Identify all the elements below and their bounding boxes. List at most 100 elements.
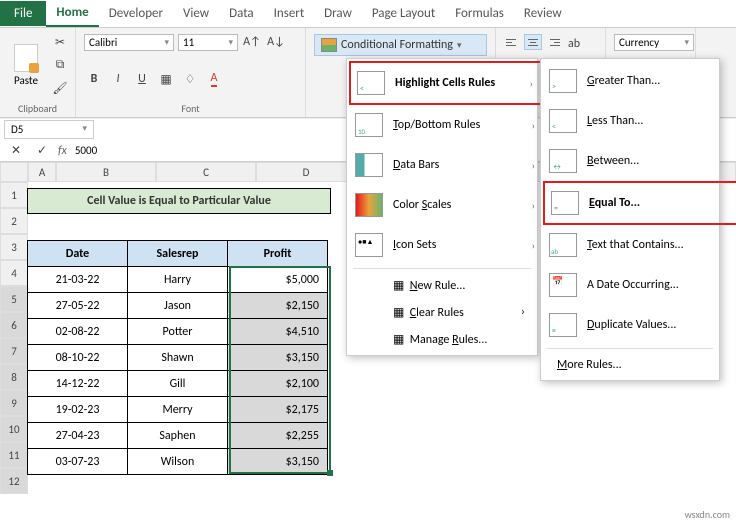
- tab-pagelayout[interactable]: Page Layout: [362, 1, 445, 26]
- row-header[interactable]: 11: [0, 442, 28, 468]
- cell-rep[interactable]: Jason: [128, 293, 228, 319]
- menu-highlight-cells-rules[interactable]: Highlight Cells Rules ›: [349, 61, 549, 105]
- paste-button[interactable]: Paste: [8, 42, 44, 89]
- increase-font-icon[interactable]: A↑: [242, 32, 262, 52]
- menu-top-bottom-rules[interactable]: Top/Bottom Rules ›: [349, 105, 549, 145]
- cell-profit[interactable]: $5,000: [228, 267, 328, 293]
- menu-equal-to[interactable]: Equal To...: [543, 181, 736, 225]
- row-header[interactable]: 10: [0, 416, 28, 442]
- row-header[interactable]: 3: [0, 234, 28, 260]
- file-tab[interactable]: File: [0, 1, 46, 26]
- align-center-button[interactable]: [524, 34, 542, 50]
- tab-draw[interactable]: Draw: [314, 1, 362, 26]
- row-header[interactable]: 2: [0, 208, 28, 234]
- row-header[interactable]: 1: [0, 182, 28, 208]
- menu-more-rules[interactable]: More Rules...: [543, 352, 717, 378]
- align-right-button[interactable]: [544, 34, 562, 50]
- bold-button[interactable]: B: [84, 69, 104, 89]
- cell-date[interactable]: 27-04-23: [28, 423, 128, 449]
- align-left-button[interactable]: [504, 34, 522, 50]
- font-family-select[interactable]: Calibri: [84, 34, 174, 51]
- orientation-button[interactable]: ab: [564, 34, 584, 54]
- title-cell[interactable]: Cell Value is Equal to Particular Value: [27, 188, 331, 214]
- col-header-b[interactable]: B: [56, 162, 156, 182]
- tab-review[interactable]: Review: [514, 1, 572, 26]
- col-header-a[interactable]: A: [28, 162, 56, 182]
- cell-rep[interactable]: Shawn: [128, 345, 228, 371]
- row-header[interactable]: 6: [0, 312, 28, 338]
- icon-sets-icon: [355, 233, 383, 257]
- cell-rep[interactable]: Wilson: [128, 449, 228, 475]
- col-date[interactable]: Date: [28, 241, 128, 267]
- col-profit[interactable]: Profit: [228, 241, 328, 267]
- enter-icon[interactable]: ✓: [32, 141, 52, 161]
- menu-data-bars[interactable]: Data Bars ›: [349, 145, 549, 185]
- tab-data[interactable]: Data: [219, 1, 264, 26]
- conditional-formatting-menu: Highlight Cells Rules › Top/Bottom Rules…: [346, 58, 538, 356]
- menu-clear-rules[interactable]: ▦ Clear Rules›: [349, 299, 535, 326]
- col-salesrep[interactable]: Salesrep: [128, 241, 228, 267]
- decrease-font-icon[interactable]: A↓: [266, 32, 286, 52]
- cell-date[interactable]: 03-07-23: [28, 449, 128, 475]
- cell-date[interactable]: 21-03-22: [28, 267, 128, 293]
- formula-input[interactable]: [73, 142, 209, 159]
- row-header[interactable]: 7: [0, 338, 28, 364]
- cell-date[interactable]: 19-02-23: [28, 397, 128, 423]
- menu-greater-than[interactable]: Greater Than...: [543, 61, 736, 101]
- cell-date[interactable]: 27-05-22: [28, 293, 128, 319]
- menu-color-scales[interactable]: Color Scales ›: [349, 185, 549, 225]
- borders-button[interactable]: ▦: [156, 69, 176, 89]
- menu-text-contains[interactable]: Text that Contains...: [543, 225, 736, 265]
- cell-date[interactable]: 14-12-22: [28, 371, 128, 397]
- cell-date[interactable]: 08-10-22: [28, 345, 128, 371]
- menu-between[interactable]: Between...: [543, 141, 736, 181]
- number-format-select[interactable]: Currency: [614, 34, 694, 51]
- less-than-icon: [549, 109, 577, 133]
- row-header[interactable]: 9: [0, 390, 28, 416]
- tab-insert[interactable]: Insert: [264, 1, 315, 26]
- fx-icon[interactable]: fx: [58, 144, 67, 158]
- row-header[interactable]: 8: [0, 364, 28, 390]
- cell-profit[interactable]: $2,100: [228, 371, 328, 397]
- italic-button[interactable]: I: [108, 69, 128, 89]
- cell-rep[interactable]: Potter: [128, 319, 228, 345]
- cut-icon[interactable]: ✂: [50, 32, 70, 52]
- tab-home[interactable]: Home: [46, 0, 98, 27]
- conditional-formatting-button[interactable]: Conditional Formatting ▾: [314, 34, 487, 56]
- cell-profit[interactable]: $3,150: [228, 345, 328, 371]
- cell-profit[interactable]: $2,175: [228, 397, 328, 423]
- col-header-c[interactable]: C: [156, 162, 256, 182]
- cell-profit[interactable]: $2,150: [228, 293, 328, 319]
- tab-view[interactable]: View: [173, 1, 219, 26]
- col-header-d[interactable]: D: [256, 162, 356, 182]
- menu-icon-sets[interactable]: Icon Sets ›: [349, 225, 549, 265]
- copy-icon[interactable]: ⧉: [50, 55, 70, 75]
- menu-label: Text that Contains...: [587, 238, 729, 252]
- tab-developer[interactable]: Developer: [99, 1, 173, 26]
- cell-date[interactable]: 02-08-22: [28, 319, 128, 345]
- cell-rep[interactable]: Merry: [128, 397, 228, 423]
- cell-rep[interactable]: Saphen: [128, 423, 228, 449]
- cell-profit[interactable]: $3,150: [228, 449, 328, 475]
- font-color-button[interactable]: A: [204, 69, 224, 89]
- format-painter-icon[interactable]: 🖌: [50, 78, 70, 98]
- row-header[interactable]: 5: [0, 286, 28, 312]
- menu-duplicate-values[interactable]: Duplicate Values...: [543, 305, 736, 345]
- fill-color-button[interactable]: ♢: [180, 69, 200, 89]
- underline-button[interactable]: U: [132, 69, 152, 89]
- cell-profit[interactable]: $2,255: [228, 423, 328, 449]
- menu-manage-rules[interactable]: ▦ Manage Rules...: [349, 326, 535, 353]
- row-header[interactable]: 4: [0, 260, 28, 286]
- name-box[interactable]: D5: [4, 120, 94, 139]
- font-size-select[interactable]: 11: [178, 34, 238, 51]
- menu-date-occurring[interactable]: A Date Occurring...: [543, 265, 736, 305]
- cell-profit[interactable]: $4,510: [228, 319, 328, 345]
- select-all-corner[interactable]: [0, 162, 28, 182]
- row-header[interactable]: 12: [0, 468, 28, 494]
- cell-rep[interactable]: Gill: [128, 371, 228, 397]
- menu-less-than[interactable]: Less Than...: [543, 101, 736, 141]
- menu-new-rule[interactable]: ▦ New Rule...: [349, 272, 535, 299]
- cancel-icon[interactable]: ✕: [6, 141, 26, 161]
- tab-formulas[interactable]: Formulas: [445, 1, 514, 26]
- cell-rep[interactable]: Harry: [128, 267, 228, 293]
